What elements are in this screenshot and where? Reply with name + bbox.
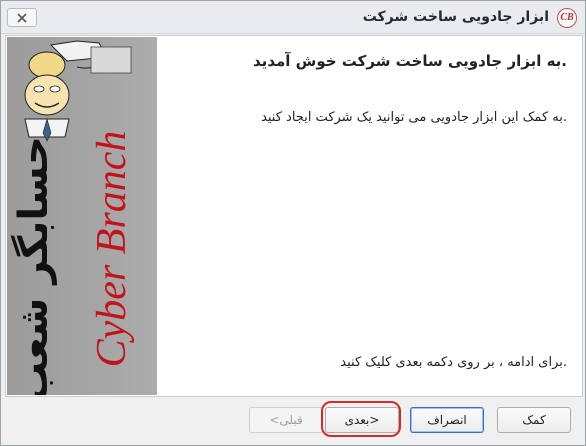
wizard-text-area: .به ابزار جادویی ساخت شرکت خوش آمدید .به… (161, 36, 579, 396)
welcome-title: .به ابزار جادویی ساخت شرکت خوش آمدید (253, 52, 567, 70)
close-icon (17, 12, 27, 23)
next-button[interactable]: <بعدی (325, 407, 399, 433)
cyber-branch-logo-icon: CB (557, 8, 577, 28)
close-button[interactable] (7, 8, 37, 27)
banner-brand-fa: حسابگر شعب (10, 136, 57, 395)
button-bar: قبلی> <بعدی انصراف کمک (1, 397, 585, 445)
title-bar[interactable]: ابزار جادویی ساخت شرکت CB (1, 1, 585, 34)
back-button[interactable]: قبلی> (249, 407, 323, 433)
wizard-instruction: .برای ادامه ، بر روی دکمه بعدی کلیک کنید (340, 355, 567, 370)
banner-graphic: حسابگر شعب Cyber Branch (7, 37, 157, 395)
cancel-button[interactable]: انصراف (410, 407, 484, 433)
window-title: ابزار جادویی ساخت شرکت (362, 9, 549, 25)
wizard-window: ابزار جادویی ساخت شرکت CB حسابگر شعب Cyb… (0, 0, 586, 446)
banner-brand-en: Cyber Branch (89, 131, 135, 368)
wizard-description: .به کمک این ابزار جادویی می توانید یک شر… (261, 110, 567, 125)
wizard-content: حسابگر شعب Cyber Branch .به ابزار جادویی… (5, 35, 583, 397)
help-button[interactable]: کمک (497, 407, 571, 433)
wizard-banner: حسابگر شعب Cyber Branch (7, 37, 157, 395)
